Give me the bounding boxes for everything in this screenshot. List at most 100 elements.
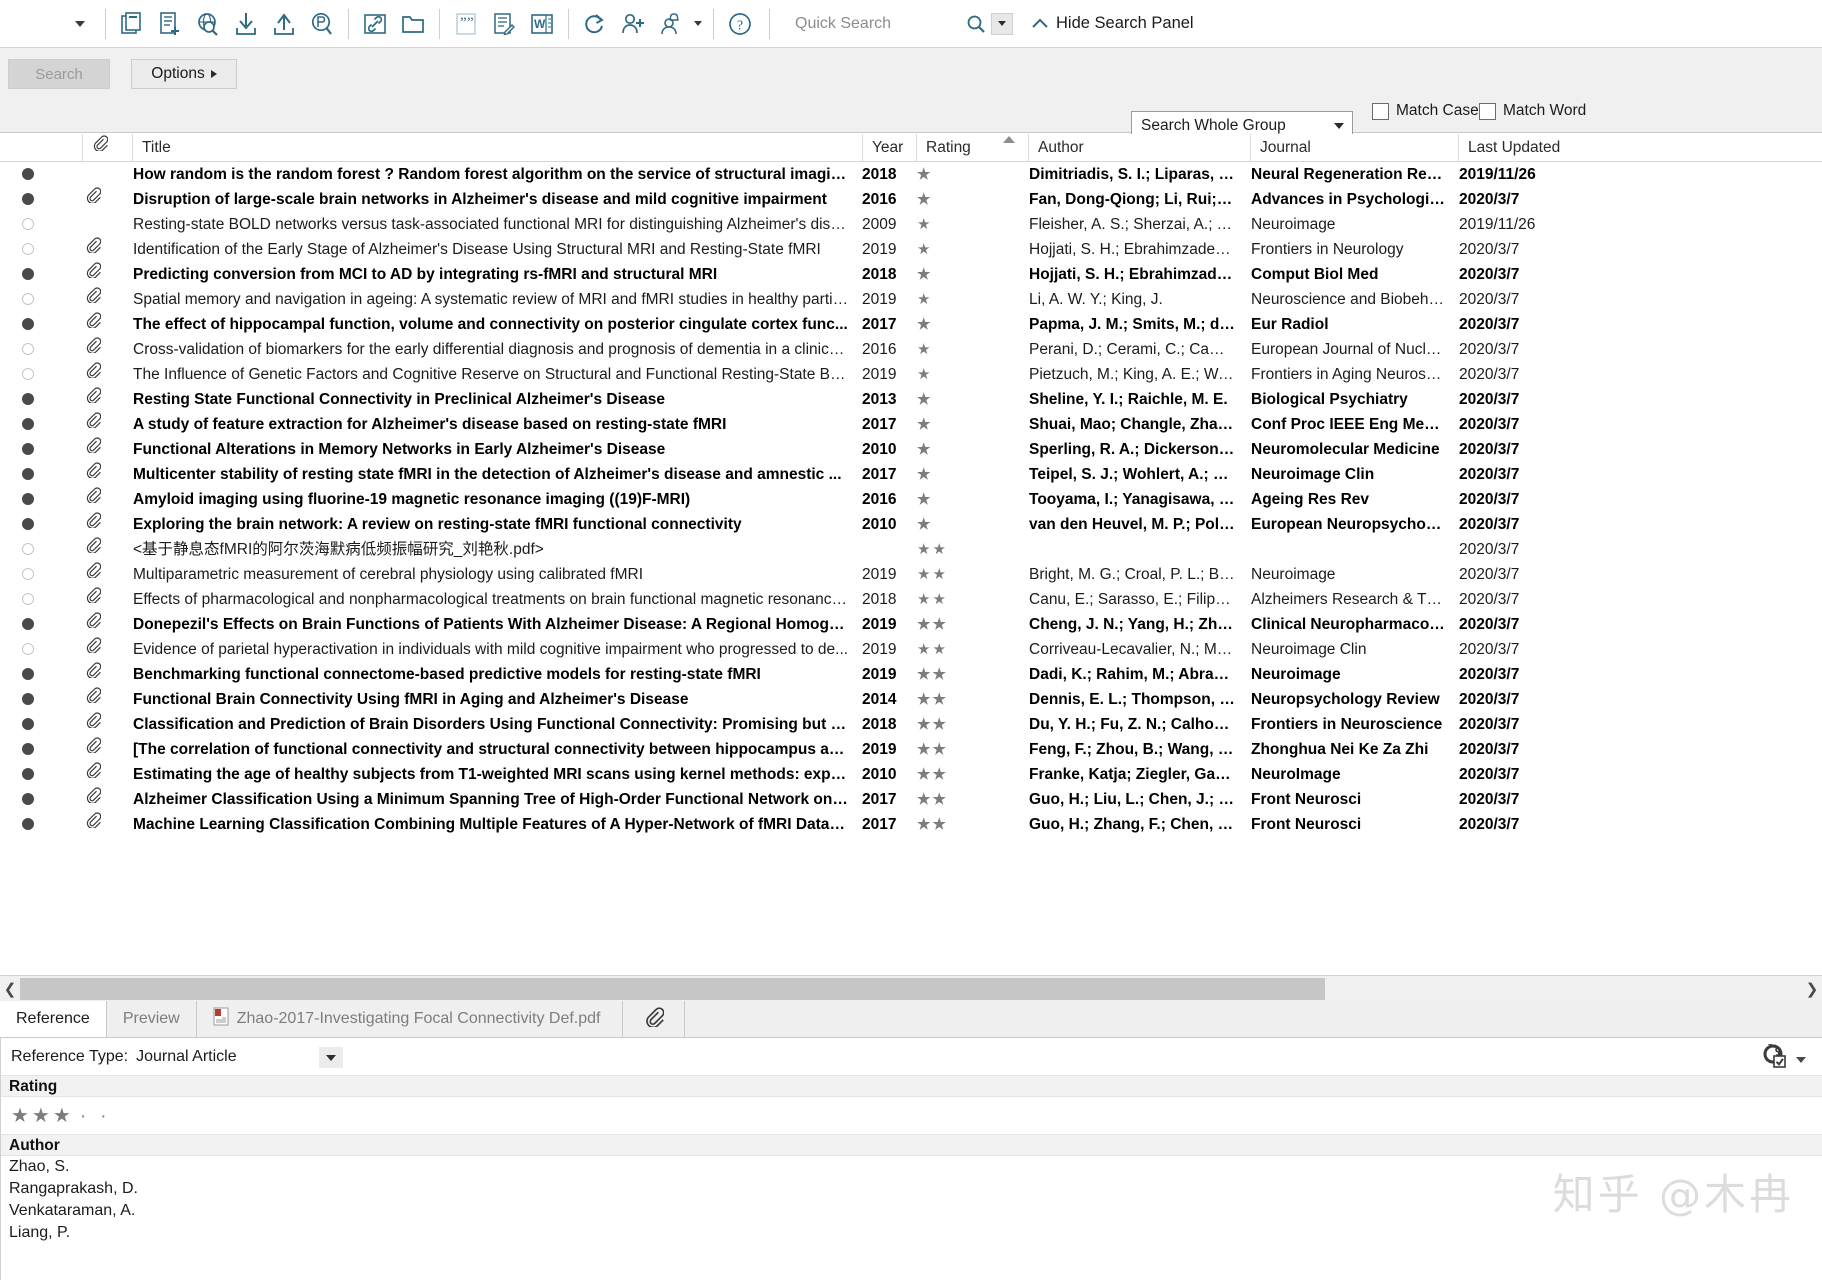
rating-stars-widget[interactable]: ★★★ · · — [1, 1097, 1822, 1134]
search-button[interactable]: Search — [8, 59, 110, 89]
new-reference-icon[interactable] — [151, 4, 189, 44]
cell-rating[interactable]: ★★ — [917, 587, 1017, 612]
read-status-toggle[interactable] — [22, 737, 44, 762]
rating-empty-dots[interactable]: · · — [80, 1105, 111, 1127]
cell-rating[interactable]: ★ — [917, 362, 1017, 387]
attachment-cell[interactable] — [85, 812, 109, 837]
column-header-year[interactable]: Year — [862, 134, 916, 162]
attachment-cell[interactable] — [85, 412, 109, 437]
attachment-cell[interactable] — [85, 462, 109, 487]
cell-rating[interactable]: ★★ — [917, 737, 1017, 762]
table-row[interactable]: Donepezil's Effects on Brain Functions o… — [0, 612, 1822, 637]
cell-rating[interactable]: ★ — [917, 337, 1017, 362]
attachment-cell[interactable] — [85, 787, 109, 812]
attachment-cell[interactable] — [85, 612, 109, 637]
table-row[interactable]: The Influence of Genetic Factors and Cog… — [0, 362, 1822, 387]
attachment-cell[interactable] — [85, 662, 109, 687]
cell-rating[interactable]: ★★ — [917, 687, 1017, 712]
scrollbar-track[interactable] — [20, 977, 1802, 1000]
table-row[interactable]: Evidence of parietal hyperactivation in … — [0, 637, 1822, 662]
table-row[interactable]: Exploring the brain network: A review on… — [0, 512, 1822, 537]
cell-rating[interactable]: ★★ — [917, 662, 1017, 687]
read-status-toggle[interactable] — [22, 212, 44, 237]
read-status-toggle[interactable] — [22, 262, 44, 287]
table-row[interactable]: Benchmarking functional connectome-based… — [0, 662, 1822, 687]
reference-type-value[interactable]: Journal Article — [136, 1048, 237, 1066]
read-status-toggle[interactable] — [22, 362, 44, 387]
cell-rating[interactable]: ★ — [917, 512, 1017, 537]
read-status-toggle[interactable] — [22, 662, 44, 687]
cell-rating[interactable]: ★★ — [917, 637, 1017, 662]
table-row[interactable]: Alzheimer Classification Using a Minimum… — [0, 787, 1822, 812]
cite-while-you-write-word-icon[interactable]: W — [523, 4, 561, 44]
attachment-cell[interactable] — [85, 437, 109, 462]
table-row[interactable]: Multiparametric measurement of cerebral … — [0, 562, 1822, 587]
read-status-toggle[interactable] — [22, 237, 44, 262]
table-row[interactable]: <基于静息态fMRI的阿尔茨海默病低频振幅研究_刘艳秋.pdf> ★★ 2020/3… — [0, 537, 1822, 562]
cell-rating[interactable]: ★ — [917, 437, 1017, 462]
table-row[interactable]: Resting-state BOLD networks versus task-… — [0, 212, 1822, 237]
read-status-toggle[interactable] — [22, 487, 44, 512]
read-status-toggle[interactable] — [22, 162, 44, 187]
read-status-toggle[interactable] — [22, 762, 44, 787]
cell-rating[interactable]: ★★ — [917, 712, 1017, 737]
attachment-cell[interactable] — [85, 237, 109, 262]
table-row[interactable]: Predicting conversion from MCI to AD by … — [0, 262, 1822, 287]
table-row[interactable]: Spatial memory and navigation in ageing:… — [0, 287, 1822, 312]
activity-feed-icon[interactable] — [652, 4, 690, 44]
tab-preview[interactable]: Preview — [106, 1001, 197, 1037]
quick-search-input[interactable]: Quick Search — [795, 10, 963, 38]
read-status-toggle[interactable] — [22, 387, 44, 412]
scroll-left-arrow-icon[interactable]: ❮ — [0, 976, 20, 1002]
tab-attached-pdf[interactable]: Zhao-2017-Investigating Focal Connectivi… — [196, 1001, 624, 1037]
search-icon[interactable] — [963, 4, 989, 44]
table-row[interactable]: Functional Brain Connectivity Using fMRI… — [0, 687, 1822, 712]
cell-rating[interactable]: ★★ — [917, 787, 1017, 812]
read-status-toggle[interactable] — [22, 637, 44, 662]
attachment-cell[interactable] — [85, 637, 109, 662]
column-header-last-updated[interactable]: Last Updated — [1458, 134, 1638, 162]
read-status-toggle[interactable] — [22, 587, 44, 612]
attachment-cell[interactable] — [85, 687, 109, 712]
hide-search-panel-button[interactable]: Hide Search Panel — [1031, 14, 1194, 33]
cell-rating[interactable]: ★ — [917, 487, 1017, 512]
attachment-cell[interactable] — [85, 562, 109, 587]
cell-rating[interactable]: ★ — [917, 262, 1017, 287]
reference-type-dropdown-caret[interactable] — [319, 1047, 343, 1068]
table-row[interactable]: Effects of pharmacological and nonpharma… — [0, 587, 1822, 612]
tab-reference[interactable]: Reference — [0, 1001, 107, 1037]
column-header-rating[interactable]: Rating — [916, 134, 1028, 162]
table-row[interactable]: [The correlation of functional connectiv… — [0, 737, 1822, 762]
cell-rating[interactable]: ★ — [917, 187, 1017, 212]
table-row[interactable]: A study of feature extraction for Alzhei… — [0, 412, 1822, 437]
cell-rating[interactable]: ★★ — [917, 762, 1017, 787]
read-status-toggle[interactable] — [22, 337, 44, 362]
table-row[interactable]: Resting State Functional Connectivity in… — [0, 387, 1822, 412]
attachment-cell[interactable] — [85, 487, 109, 512]
cell-rating[interactable]: ★ — [917, 162, 1017, 187]
table-row[interactable]: Classification and Prediction of Brain D… — [0, 712, 1822, 737]
table-row[interactable]: Functional Alterations in Memory Network… — [0, 437, 1822, 462]
cell-rating[interactable]: ★ — [917, 462, 1017, 487]
read-status-toggle[interactable] — [22, 562, 44, 587]
read-status-toggle[interactable] — [22, 462, 44, 487]
read-status-toggle[interactable] — [22, 712, 44, 737]
attachment-cell[interactable] — [85, 187, 109, 212]
read-status-toggle[interactable] — [22, 537, 44, 562]
open-link-icon[interactable] — [356, 4, 394, 44]
read-status-toggle[interactable] — [22, 687, 44, 712]
read-status-toggle[interactable] — [22, 512, 44, 537]
read-status-toggle[interactable] — [22, 187, 44, 212]
read-status-toggle[interactable] — [22, 812, 44, 837]
cell-rating[interactable]: ★★ — [917, 562, 1017, 587]
cell-rating[interactable]: ★ — [917, 287, 1017, 312]
attachment-cell[interactable] — [85, 287, 109, 312]
table-row[interactable]: How random is the random forest ? Random… — [0, 162, 1822, 187]
attachment-cell[interactable] — [85, 762, 109, 787]
column-header-title[interactable]: Title — [132, 134, 862, 162]
attachment-cell[interactable] — [85, 712, 109, 737]
cell-rating[interactable]: ★ — [917, 387, 1017, 412]
cell-rating[interactable]: ★★ — [917, 537, 1017, 562]
column-header-read-status[interactable] — [22, 134, 82, 162]
read-status-toggle[interactable] — [22, 312, 44, 337]
